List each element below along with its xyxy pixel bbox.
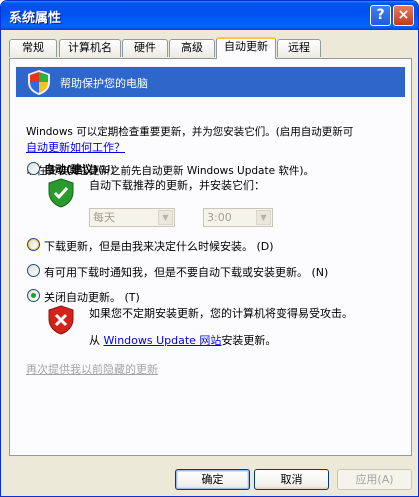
time-select-value: 3:00 — [207, 211, 232, 224]
question-mark-icon: ? — [376, 7, 385, 23]
radio-download-text: 下载更新，但是由我来决定什么时候安装。 — [44, 240, 253, 253]
banner-title: 帮助保护您的电脑 — [60, 77, 148, 90]
radio-automatic-label[interactable]: 自动(建议)(U) — [44, 161, 115, 177]
tab-general[interactable]: 常规 — [9, 39, 57, 57]
radio-download-only-label[interactable]: 下载更新，但是由我来决定什么时候安装。 (D) — [44, 238, 274, 254]
system-properties-window: 系统属性 ? × 常规 计算机名 硬件 高级 自动更新 远程 帮助保护您的电脑 … — [0, 0, 419, 497]
chevron-down-icon: ▼ — [256, 210, 271, 225]
time-select[interactable]: 3:00 ▼ — [203, 208, 273, 227]
radio-turn-off-hotkey: (T) — [124, 291, 140, 304]
help-button[interactable]: ? — [370, 5, 391, 26]
day-select[interactable]: 每天 ▼ — [89, 208, 175, 227]
radio-notify-text: 有可用下载时通知我，但是不要自动下载或安装更新。 — [44, 266, 308, 279]
tab-remote[interactable]: 远程 — [277, 39, 321, 57]
radio-notify-hotkey: (N) — [311, 266, 329, 279]
radio-turn-off[interactable] — [27, 289, 40, 302]
tab-panel: 帮助保护您的电脑 Windows 可以定期检查重要更新，并为您安装它们。(启用自… — [9, 58, 412, 456]
tab-computer-name[interactable]: 计算机名 — [59, 39, 121, 57]
day-select-value: 每天 — [93, 211, 115, 224]
green-shield-check-icon — [48, 178, 74, 208]
security-shield-icon — [28, 70, 50, 95]
radio-download-only[interactable] — [27, 238, 40, 251]
tab-strip: 常规 计算机名 硬件 高级 自动更新 远程 — [9, 37, 412, 59]
tab-hardware[interactable]: 硬件 — [122, 39, 168, 57]
reoffer-hidden-updates-link: 再次提供我以前隐藏的更新 — [26, 363, 158, 376]
chevron-down-icon: ▼ — [158, 210, 173, 225]
window-title: 系统属性 — [9, 11, 62, 26]
security-banner: 帮助保护您的电脑 — [16, 67, 405, 97]
tab-advanced[interactable]: 高级 — [169, 39, 215, 57]
windows-update-suffix: 安装更新。 — [221, 334, 277, 347]
windows-update-line: 从 Windows Update 网站安装更新。 — [89, 332, 276, 348]
windows-update-website-link[interactable]: Windows Update 网站 — [104, 334, 222, 347]
radio-turn-off-label[interactable]: 关闭自动更新。 (T) — [44, 289, 140, 305]
automatic-description: 自动下载推荐的更新，并安装它们： — [89, 179, 265, 192]
intro-line-1: Windows 可以定期检查重要更新，并为您安装它们。(启用自动更新可 — [26, 126, 354, 138]
radio-automatic[interactable] — [27, 162, 40, 175]
radio-automatic-text: 自动(建议) — [44, 163, 99, 176]
radio-automatic-hotkey: (U) — [98, 163, 115, 176]
close-icon: × — [397, 7, 410, 23]
title-bar[interactable]: 系统属性 ? × — [1, 1, 418, 30]
tab-automatic-updates[interactable]: 自动更新 — [216, 37, 276, 59]
radio-notify-only-label[interactable]: 有可用下载时通知我，但是不要自动下载或安装更新。 (N) — [44, 264, 328, 280]
turn-off-warning: 如果您不定期安装更新，您的计算机将变得易受攻击。 — [89, 307, 353, 320]
windows-update-prefix: 从 — [89, 334, 100, 347]
how-auto-update-works-link[interactable]: 自动更新如何工作？ — [26, 139, 125, 155]
radio-turn-off-text: 关闭自动更新。 — [44, 291, 121, 304]
cancel-button[interactable]: 取消 — [254, 469, 329, 490]
ok-button[interactable]: 确定 — [175, 469, 250, 490]
close-button[interactable]: × — [393, 5, 414, 26]
radio-download-hotkey: (D) — [256, 240, 274, 253]
apply-button: 应用(A) — [337, 469, 412, 490]
radio-notify-only[interactable] — [27, 264, 40, 277]
red-shield-x-icon — [48, 305, 74, 335]
